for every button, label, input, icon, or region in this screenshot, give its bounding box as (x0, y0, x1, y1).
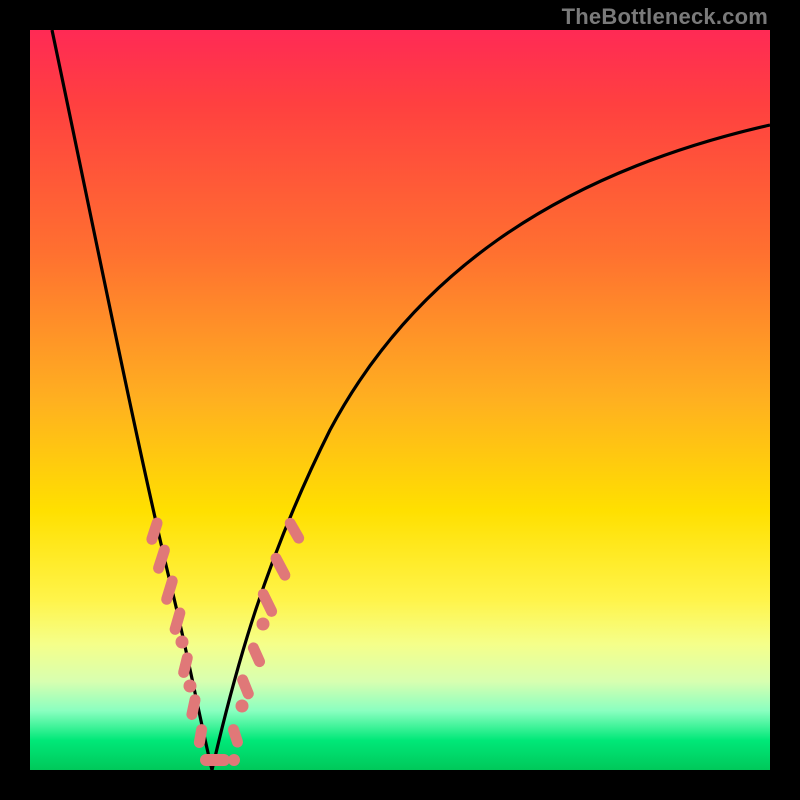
bottleneck-curve (30, 30, 770, 770)
plot-area (30, 30, 770, 770)
attribution-text: TheBottleneck.com (562, 4, 768, 30)
curve-right-branch (212, 125, 770, 770)
marker-group (145, 516, 306, 766)
chart-frame: TheBottleneck.com (0, 0, 800, 800)
